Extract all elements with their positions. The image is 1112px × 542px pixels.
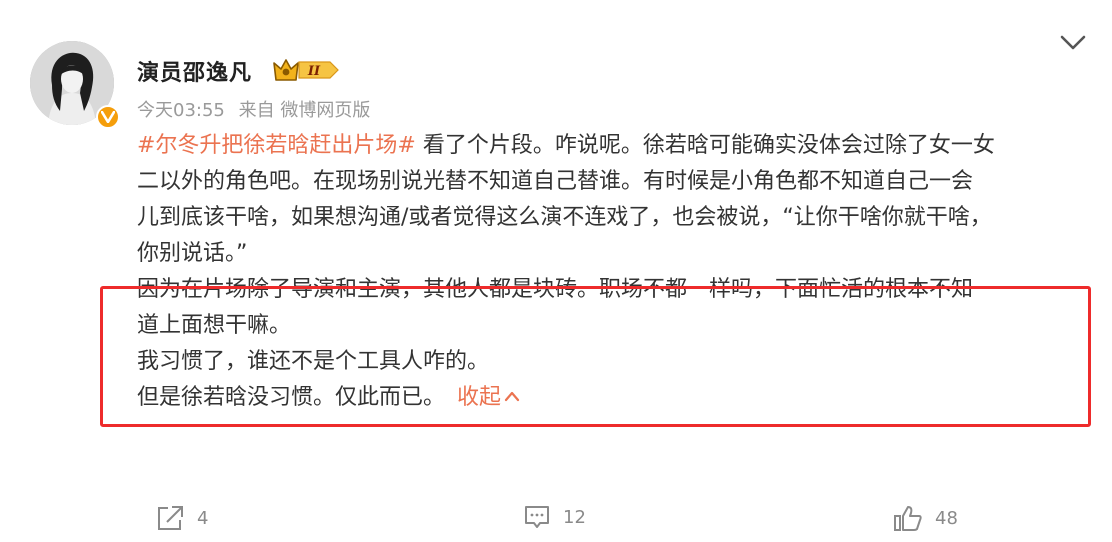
collapse-label: 收起 — [457, 385, 502, 410]
post-line-8: 但是徐若晗没习惯。仅此而已。 收起 — [137, 380, 1087, 416]
post-line-1: #尔冬升把徐若晗赶出片场# 看了个片段。咋说呢。徐若晗可能确实没体会过除了女一女 — [137, 128, 1087, 164]
vip-badge-level: II — [307, 64, 321, 79]
chevron-up-icon — [504, 391, 520, 402]
post-time[interactable]: 今天03:55 — [137, 100, 225, 121]
comment-button[interactable]: 12 — [523, 504, 586, 530]
chevron-down-icon — [1060, 35, 1086, 50]
post-line-5: 因为在片场除了导演和主演，其他人都是块砖。职场不都一样吗，下面忙活的根本不知 — [137, 277, 974, 302]
post-line-6: 道上面想干嘛。 — [137, 313, 292, 338]
post-meta: 今天03:55 来自 微博网页版 — [137, 96, 370, 122]
verified-v-icon — [96, 105, 120, 129]
comment-icon — [525, 506, 549, 528]
post-text-segment: 但是徐若晗没习惯。仅此而已。 — [137, 385, 446, 410]
crown-level-badge[interactable]: II — [272, 57, 340, 83]
like-button[interactable]: 48 — [893, 504, 958, 532]
more-options-toggle[interactable] — [1058, 30, 1088, 54]
post-text: #尔冬升把徐若晗赶出片场# 看了个片段。咋说呢。徐若晗可能确实没体会过除了女一女… — [137, 128, 1087, 416]
thumbs-up-icon — [894, 506, 922, 531]
post-text-segment: 看了个片段。咋说呢。徐若晗可能确实没体会过除了女一女 — [415, 133, 995, 158]
post-line-7: 我习惯了，谁还不是个工具人咋的。 — [137, 349, 490, 374]
post-line-2: 二以外的角色吧。在现场别说光替不知道自己替谁。有时候是小角色都不知道自己一会 — [137, 169, 974, 194]
post-line-3: 儿到底该干啥，如果想沟通/或者觉得这么演不连戏了，也会被说，“让你干啥你就干啥， — [137, 205, 992, 230]
hashtag-link[interactable]: #尔冬升把徐若晗赶出片场# — [137, 133, 416, 158]
comment-count: 12 — [563, 506, 586, 528]
post-source: 来自 微博网页版 — [238, 100, 371, 121]
like-count: 48 — [935, 507, 958, 529]
collapse-button[interactable]: 收起 — [457, 385, 521, 410]
share-icon — [158, 506, 183, 530]
post-line-4: 你别说话。” — [137, 241, 248, 266]
author-name[interactable]: 演员邵逸凡 — [137, 55, 252, 87]
repost-button[interactable]: 4 — [155, 504, 208, 532]
repost-count: 4 — [197, 507, 209, 529]
